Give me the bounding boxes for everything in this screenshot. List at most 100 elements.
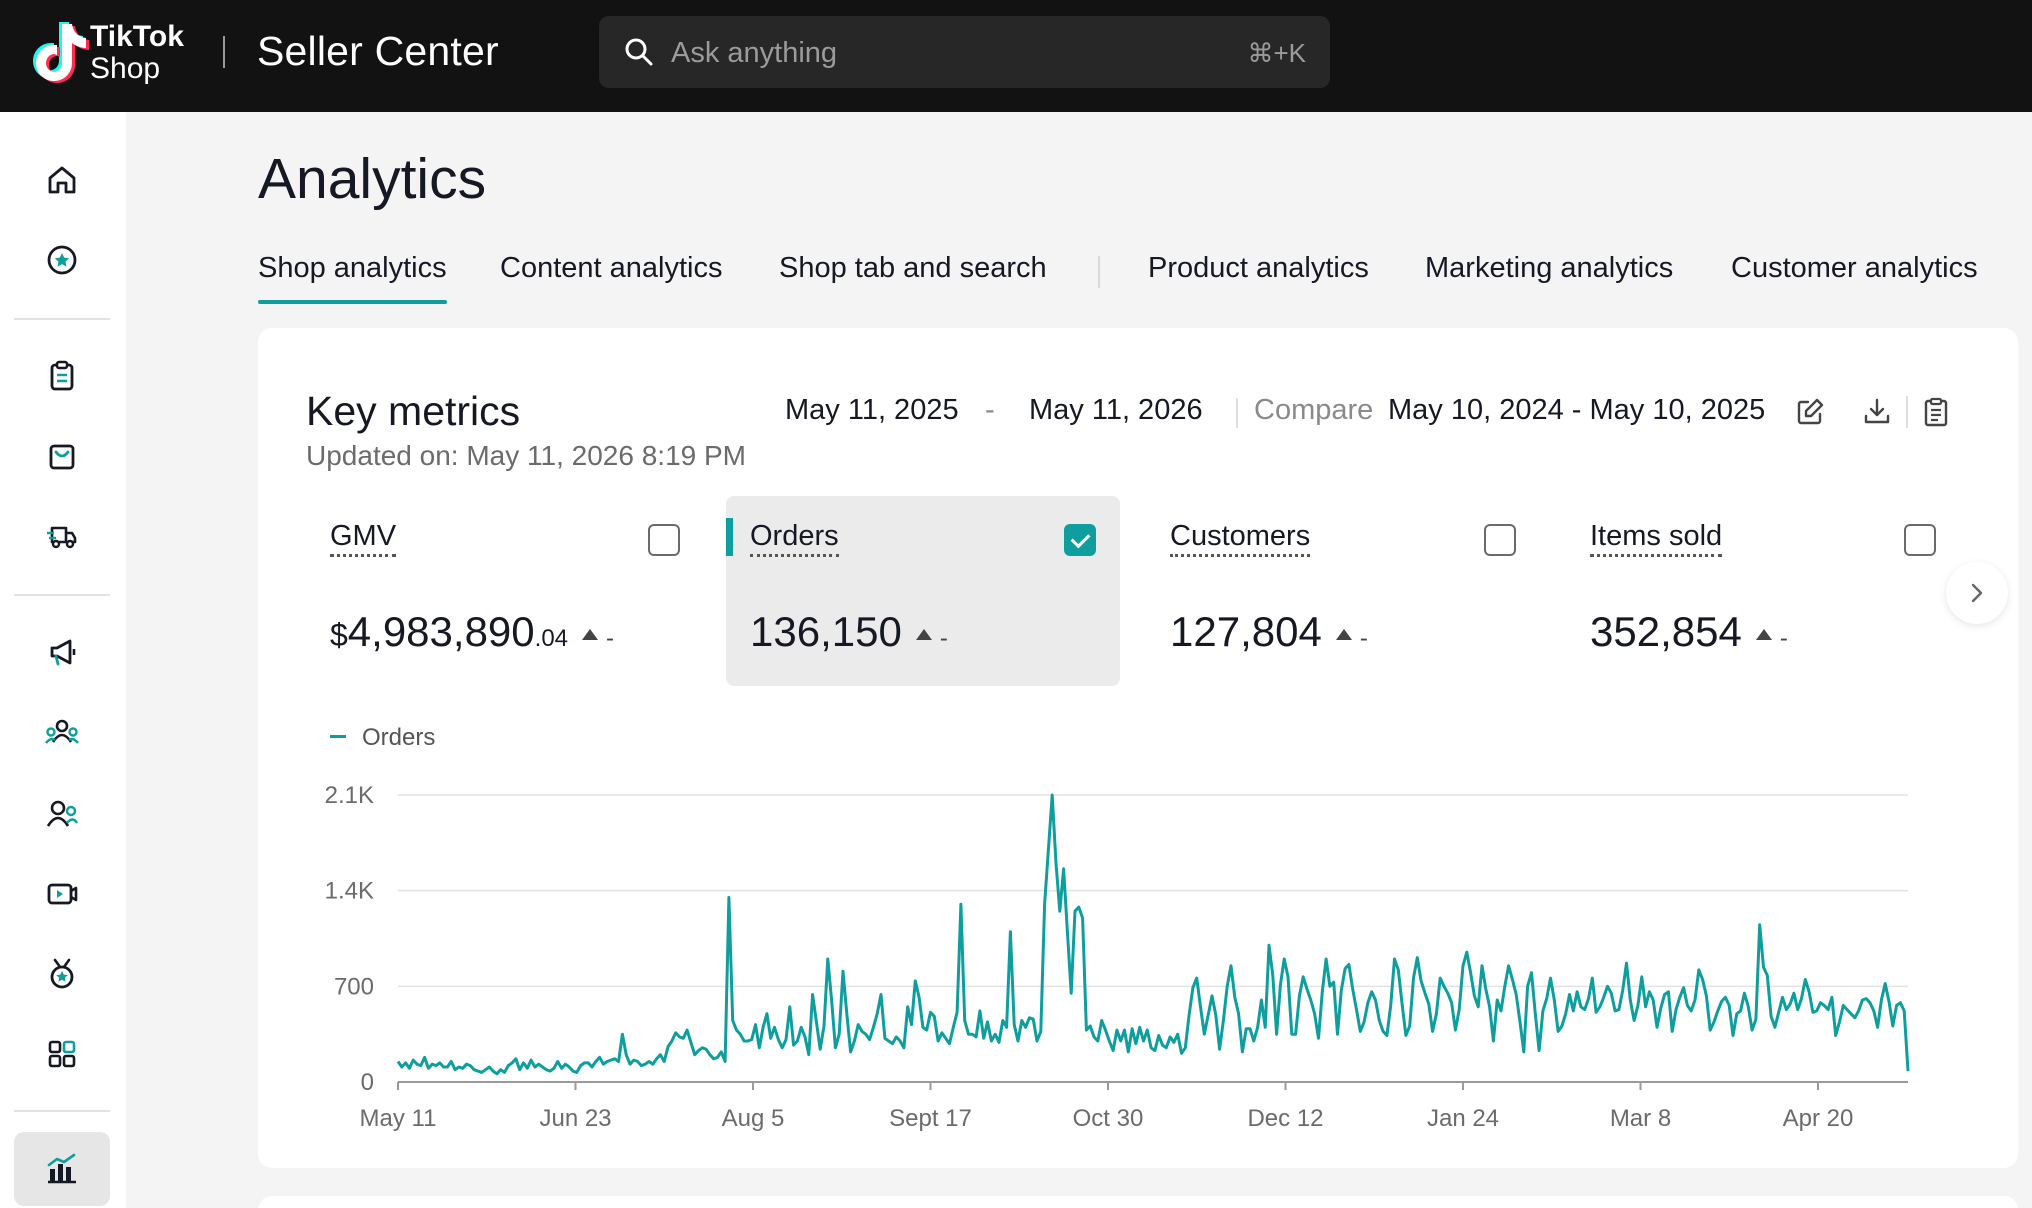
metric-delta: - bbox=[1335, 625, 1368, 652]
y-tick-label: 2.1K bbox=[325, 782, 374, 809]
logo-line-2: Shop bbox=[90, 52, 161, 85]
tab-marketing-analytics[interactable]: Marketing analytics bbox=[1425, 252, 1673, 285]
top-bar: TikTok Shop Seller Center Ask anything ⌘… bbox=[0, 0, 2032, 112]
orders-line-chart[interactable]: 0 700 1.4K 2.1K May 11 Jun 23 Aug 5 Sept 17 Oct … bbox=[258, 768, 2018, 1168]
metric-name: Orders bbox=[750, 520, 839, 557]
metric-checkbox[interactable] bbox=[1904, 524, 1936, 556]
x-tick-label: Mar 8 bbox=[1610, 1105, 1671, 1132]
sidebar bbox=[0, 112, 126, 1208]
metric-delta-value: - bbox=[939, 625, 948, 652]
metric-checkbox[interactable] bbox=[1064, 524, 1096, 556]
search-bar[interactable]: Ask anything ⌘+K bbox=[599, 16, 1330, 88]
tab-shop-analytics[interactable]: Shop analytics bbox=[258, 252, 447, 304]
orders-series-line[interactable] bbox=[396, 793, 1910, 1076]
creators-icon[interactable] bbox=[44, 716, 80, 752]
metric-delta-value: - bbox=[1359, 625, 1368, 652]
report-icon[interactable] bbox=[1920, 396, 1952, 428]
shopping-bag-icon[interactable] bbox=[44, 438, 80, 474]
metric-delta: - bbox=[582, 625, 614, 652]
date-range-dash: - bbox=[985, 394, 995, 426]
medal-icon[interactable] bbox=[44, 956, 80, 992]
header-icons-divider bbox=[1906, 396, 1908, 428]
up-triangle-icon bbox=[1335, 629, 1352, 640]
tab-content-analytics[interactable]: Content analytics bbox=[500, 252, 722, 285]
clipboard-icon[interactable] bbox=[44, 358, 80, 394]
home-icon[interactable] bbox=[44, 162, 80, 198]
sidebar-item-analytics[interactable] bbox=[14, 1132, 110, 1206]
x-tick-label: Apr 20 bbox=[1783, 1105, 1854, 1132]
sidebar-divider bbox=[14, 1110, 110, 1112]
up-triangle-icon bbox=[915, 629, 932, 640]
date-divider bbox=[1236, 398, 1238, 428]
metric-name: Items sold bbox=[1590, 520, 1723, 557]
metric-value: 136,150 - bbox=[750, 608, 948, 656]
next-card bbox=[258, 1196, 2018, 1208]
metric-checkbox[interactable] bbox=[648, 524, 680, 556]
date-end[interactable]: May 11, 2026 bbox=[1029, 394, 1203, 427]
y-tick-label: 0 bbox=[361, 1069, 374, 1096]
metric-value-main: 136,150 bbox=[750, 608, 902, 655]
metric-card-orders[interactable]: Orders 136,150 - bbox=[726, 496, 1120, 686]
metric-value: $4,983,890.04 - bbox=[330, 608, 614, 656]
x-tick-label: Oct 30 bbox=[1073, 1105, 1144, 1132]
metric-value-main: 4,983,890 bbox=[347, 608, 535, 655]
video-icon[interactable] bbox=[44, 876, 80, 912]
tiktok-shop-logo[interactable]: TikTok Shop bbox=[28, 18, 198, 90]
x-tick-label: Jun 23 bbox=[539, 1105, 611, 1132]
compare-label: Compare bbox=[1254, 394, 1374, 426]
sidebar-divider bbox=[14, 594, 110, 596]
date-start[interactable]: May 11, 2025 bbox=[785, 394, 959, 427]
tabs-divider bbox=[1098, 256, 1100, 288]
currency-symbol: $ bbox=[330, 617, 348, 653]
metrics-next-button[interactable] bbox=[1946, 562, 2008, 624]
key-metrics-card: Key metrics Updated on: May 11, 2026 8:1… bbox=[258, 328, 2018, 1168]
metric-checkbox[interactable] bbox=[1484, 524, 1516, 556]
metric-card-items-sold[interactable]: Items sold 352,854 - bbox=[1566, 496, 1960, 686]
chart-legend[interactable]: Orders bbox=[330, 724, 435, 752]
up-triangle-icon bbox=[582, 629, 599, 640]
metric-value: 127,804 - bbox=[1170, 608, 1368, 656]
y-tick-label: 700 bbox=[334, 973, 374, 1000]
selected-accent-bar bbox=[726, 518, 733, 556]
download-icon[interactable] bbox=[1861, 396, 1893, 428]
megaphone-icon[interactable] bbox=[44, 634, 80, 670]
metric-card-gmv[interactable]: GMV $4,983,890.04 - bbox=[258, 496, 680, 686]
apps-grid-icon[interactable] bbox=[44, 1036, 80, 1072]
metric-delta: - bbox=[915, 625, 948, 652]
metric-delta-value: - bbox=[1779, 625, 1788, 652]
metric-delta-value: - bbox=[606, 625, 615, 652]
up-triangle-icon bbox=[1755, 629, 1772, 640]
y-tick-label: 1.4K bbox=[325, 878, 374, 905]
tab-customer-analytics[interactable]: Customer analytics bbox=[1731, 252, 1978, 285]
page-title: Analytics bbox=[258, 147, 487, 211]
edit-icon[interactable] bbox=[1794, 396, 1826, 428]
metric-delta: - bbox=[1755, 625, 1788, 652]
legend-swatch bbox=[330, 735, 346, 738]
tab-shop-tab-and-search[interactable]: Shop tab and search bbox=[779, 252, 1047, 285]
top-divider bbox=[223, 36, 225, 68]
star-circle-icon[interactable] bbox=[44, 242, 80, 278]
search-icon bbox=[625, 38, 653, 66]
metric-card-customers[interactable]: Customers 127,804 - bbox=[1146, 496, 1540, 686]
search-shortcut: ⌘+K bbox=[1247, 38, 1306, 68]
metric-name: Customers bbox=[1170, 520, 1311, 557]
customers-icon[interactable] bbox=[44, 796, 80, 832]
x-tick-label: Aug 5 bbox=[722, 1105, 785, 1132]
chevron-right-icon bbox=[1971, 583, 1983, 603]
tiktok-logo-icon bbox=[33, 22, 89, 83]
app-title: Seller Center bbox=[257, 28, 499, 74]
key-metrics-title: Key metrics bbox=[306, 388, 521, 434]
tab-product-analytics[interactable]: Product analytics bbox=[1148, 252, 1369, 285]
metric-name: GMV bbox=[330, 520, 397, 557]
metric-value-main: 352,854 bbox=[1590, 608, 1742, 655]
legend-label: Orders bbox=[362, 724, 436, 751]
x-tick-label: Jan 24 bbox=[1427, 1105, 1499, 1132]
logo-line-1: TikTok bbox=[90, 20, 184, 53]
search-placeholder: Ask anything bbox=[671, 37, 838, 69]
sidebar-divider bbox=[14, 318, 110, 320]
compare-range[interactable]: May 10, 2024 - May 10, 2025 bbox=[1388, 394, 1765, 427]
metric-value-cents: .04 bbox=[534, 625, 569, 652]
delivery-truck-icon[interactable] bbox=[44, 518, 80, 554]
metric-value: 352,854 - bbox=[1590, 608, 1788, 656]
x-tick-label: Sept 17 bbox=[889, 1105, 972, 1132]
